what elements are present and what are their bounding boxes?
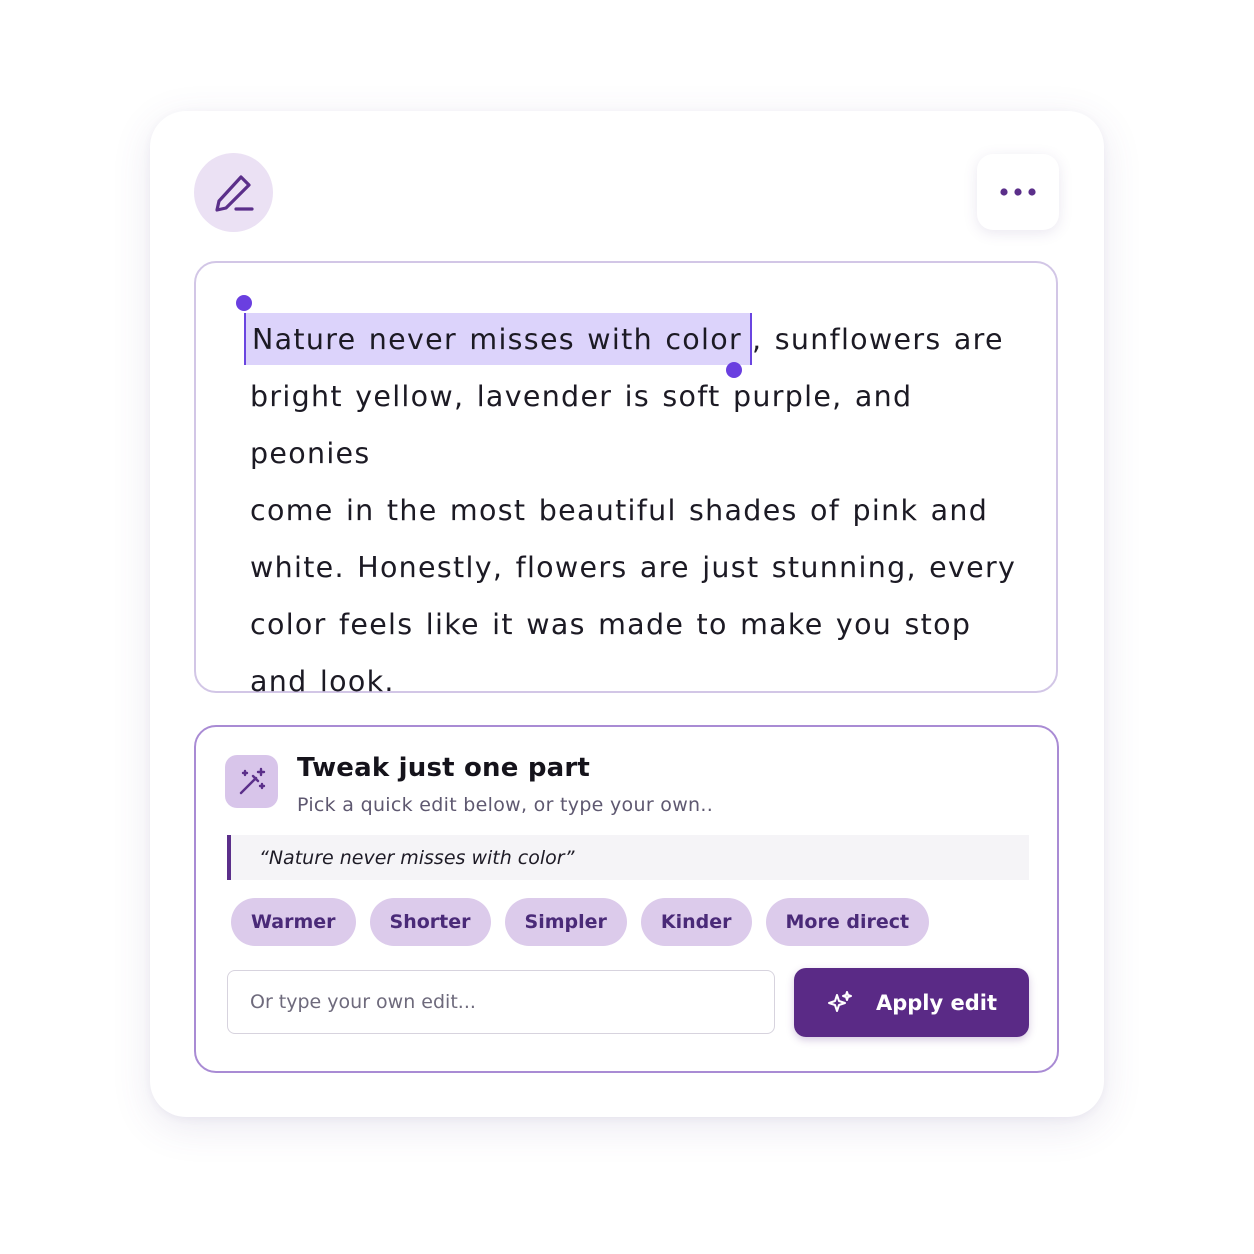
chip-simpler[interactable]: Simpler [504, 898, 627, 946]
tweak-panel: Tweak just one part Pick a quick edit be… [194, 725, 1059, 1073]
apply-edit-label: Apply edit [875, 990, 998, 1015]
chip-warmer[interactable]: Warmer [231, 898, 356, 946]
more-horizontal-icon [1000, 188, 1036, 196]
apply-edit-button[interactable]: Apply edit [794, 968, 1029, 1037]
passage-line-2: bright yellow, lavender is soft purple, … [250, 380, 913, 470]
passage-line-6: and look. [250, 665, 395, 698]
custom-edit-input[interactable] [227, 970, 775, 1034]
passage-line-3: come in the most beautiful shades of pin… [250, 494, 989, 527]
selection-start-handle[interactable] [236, 295, 252, 311]
magic-wand-icon [239, 767, 265, 794]
more-options-button[interactable] [977, 154, 1059, 230]
sparkles-icon [827, 990, 852, 1012]
panel-subtitle: Pick a quick edit below, or type your ow… [297, 794, 714, 816]
passage-text[interactable]: Nature never misses with color, sunflowe… [244, 311, 1040, 710]
panel-title: Tweak just one part [297, 753, 591, 783]
wand-badge [225, 755, 278, 808]
chip-shorter[interactable]: Shorter [369, 898, 491, 946]
edit-badge [194, 153, 273, 232]
selected-quote: “Nature never misses with color” [227, 835, 1029, 880]
selected-text[interactable]: Nature never misses with color [244, 313, 753, 365]
quote-text: “Nature never misses with color” [259, 846, 575, 869]
passage-line-5: color feels like it was made to make you… [250, 608, 972, 641]
chip-more-direct[interactable]: More direct [765, 898, 930, 946]
passage-line-4: white. Honestly, flowers are just stunni… [250, 551, 1017, 584]
pen-edit-icon [214, 174, 254, 212]
selection-end-handle[interactable] [726, 362, 742, 378]
passage-line-1-rest: , sunflowers are [752, 323, 1004, 356]
chip-kinder[interactable]: Kinder [640, 898, 752, 946]
text-editor[interactable]: Nature never misses with color, sunflowe… [194, 261, 1058, 698]
edit-card: Nature never misses with color, sunflowe… [150, 111, 1104, 1117]
quick-edit-chips: Warmer Shorter Simpler Kinder More direc… [231, 898, 930, 946]
